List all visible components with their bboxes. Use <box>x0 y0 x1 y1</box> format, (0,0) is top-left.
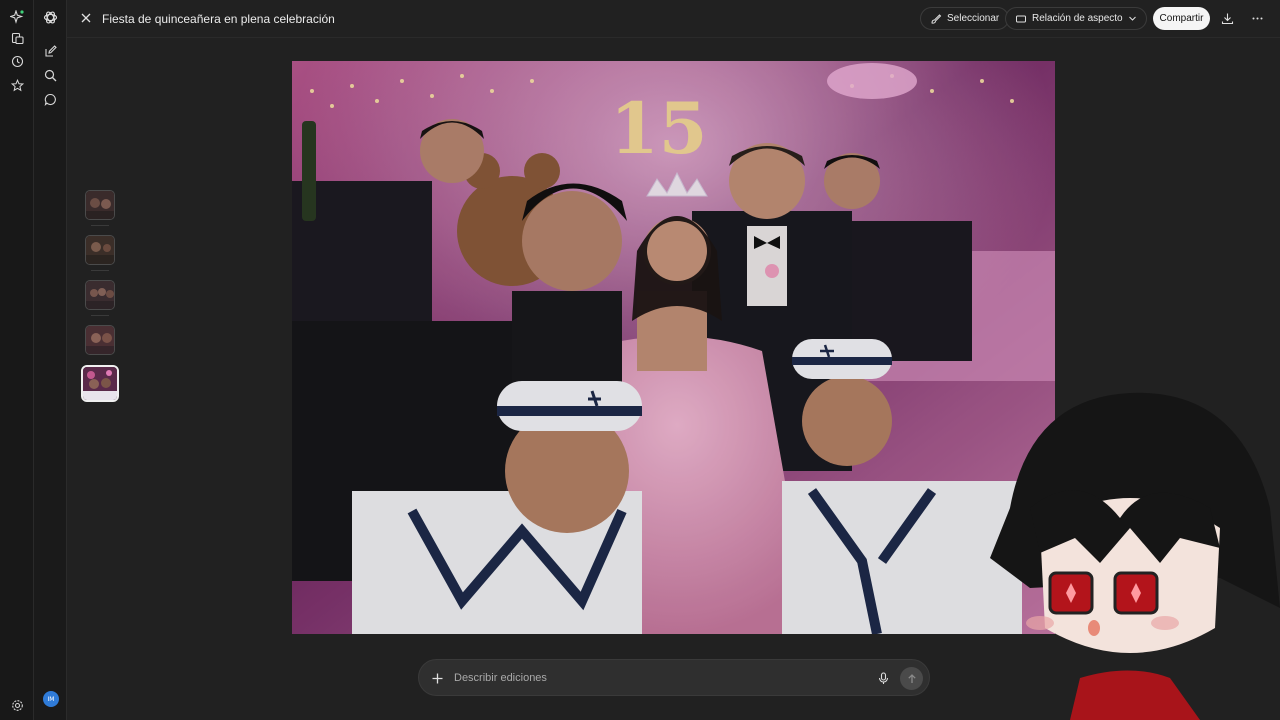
plus-icon[interactable] <box>429 670 445 686</box>
thumbnail-2[interactable] <box>85 235 115 265</box>
microphone-icon[interactable] <box>875 670 891 686</box>
thumbnail-4[interactable] <box>85 325 115 355</box>
top-bar: Fiesta de quinceañera en plena celebraci… <box>67 0 1280 38</box>
send-button[interactable] <box>900 667 923 690</box>
new-chat-icon[interactable] <box>42 43 59 60</box>
close-icon[interactable] <box>78 10 94 26</box>
chat-bubble-icon[interactable] <box>42 91 59 108</box>
brush-icon <box>931 13 942 24</box>
edit-prompt-bar <box>418 659 930 696</box>
select-label: Seleccionar <box>947 13 1000 24</box>
star-icon[interactable] <box>9 77 25 93</box>
chatgpt-logo-icon[interactable] <box>42 9 59 26</box>
describe-edits-input[interactable] <box>454 669 854 687</box>
generated-image[interactable]: 15 <box>292 61 1055 634</box>
library-icon[interactable] <box>9 30 25 46</box>
app-rail <box>0 0 34 720</box>
chat-sidebar-collapsed: IM <box>34 0 67 720</box>
aspect-ratio-label: Relación de aspecto <box>1032 13 1123 24</box>
aspect-ratio-dropdown[interactable]: Relación de aspecto <box>1005 7 1147 30</box>
more-options-icon[interactable] <box>1249 10 1266 27</box>
thumbnail-1[interactable] <box>85 190 115 220</box>
history-icon[interactable] <box>9 53 25 69</box>
vtuber-avatar-overlay <box>970 378 1280 720</box>
thumbnail-separator <box>91 270 109 271</box>
sparkle-icon[interactable] <box>9 9 25 25</box>
select-button[interactable]: Seleccionar <box>920 7 1010 30</box>
user-avatar[interactable]: IM <box>43 691 59 707</box>
arrow-up-icon <box>907 673 916 683</box>
download-icon[interactable] <box>1219 10 1236 27</box>
avatar-initials: IM <box>47 695 55 703</box>
thumbnail-separator <box>91 225 109 226</box>
thumbnail-5-selected[interactable] <box>81 365 119 402</box>
search-icon[interactable] <box>42 67 59 84</box>
thumbnail-3[interactable] <box>85 280 115 310</box>
page-title: Fiesta de quinceañera en plena celebraci… <box>102 12 335 26</box>
aspect-ratio-icon <box>1016 15 1026 22</box>
chevron-down-icon <box>1128 16 1136 21</box>
share-button[interactable]: Compartir <box>1153 7 1210 30</box>
thumbnail-separator <box>91 315 109 316</box>
settings-icon[interactable] <box>9 697 25 713</box>
